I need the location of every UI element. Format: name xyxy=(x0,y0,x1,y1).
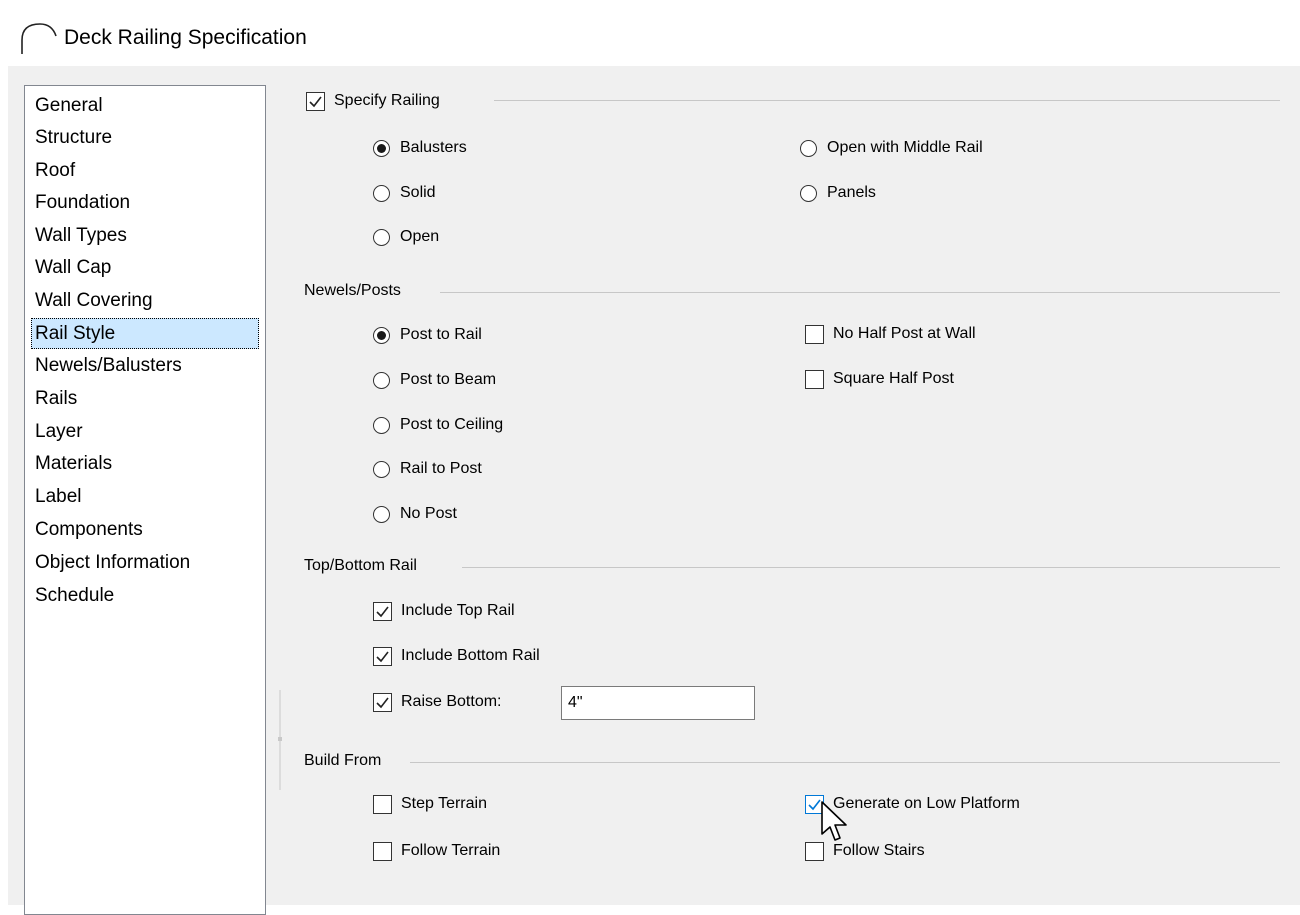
checkbox-label: Include Top Rail xyxy=(401,602,515,619)
radio-indicator xyxy=(373,460,390,478)
radio-label: Balusters xyxy=(400,139,467,156)
include-top-rail-checkbox[interactable]: Include Top Rail xyxy=(373,598,515,624)
checkbox-box xyxy=(373,692,392,712)
nav-item-foundation[interactable]: Foundation xyxy=(31,187,134,218)
checkbox-box xyxy=(306,91,325,111)
checkbox-label: No Half Post at Wall xyxy=(833,325,976,342)
nav-item-object-information[interactable]: Object Information xyxy=(31,547,194,578)
radio-no-post[interactable]: No Post xyxy=(373,501,457,527)
raise-bottom-checkbox[interactable]: Raise Bottom: xyxy=(373,689,501,715)
nav-item-schedule[interactable]: Schedule xyxy=(31,580,118,611)
no-half-post-at-wall-checkbox[interactable]: No Half Post at Wall xyxy=(805,321,976,347)
radio-indicator xyxy=(373,416,390,434)
specify-railing-checkbox[interactable]: Specify Railing xyxy=(306,88,440,114)
nav-item-general[interactable]: General xyxy=(31,90,107,121)
radio-indicator xyxy=(373,184,390,202)
checkbox-label: Step Terrain xyxy=(401,795,487,812)
checkbox-label: Follow Terrain xyxy=(401,842,501,859)
checkbox-box xyxy=(373,794,392,814)
radio-post-to-rail[interactable]: Post to Rail xyxy=(373,322,482,348)
nav-item-wall-covering[interactable]: Wall Covering xyxy=(31,285,157,316)
group-title-build-from: Build From xyxy=(304,752,390,770)
checkbox-box xyxy=(805,324,824,344)
checkbox-label: Generate on Low Platform xyxy=(833,795,1020,812)
radio-label: Panels xyxy=(827,184,876,201)
checkbox-box xyxy=(805,369,824,389)
radio-indicator xyxy=(800,184,817,202)
include-bottom-rail-checkbox[interactable]: Include Bottom Rail xyxy=(373,643,540,669)
nav-item-components[interactable]: Components xyxy=(31,514,147,545)
group-title-top-bottom-rail: Top/Bottom Rail xyxy=(304,557,425,575)
radio-label: Open with Middle Rail xyxy=(827,139,983,156)
nav-item-roof[interactable]: Roof xyxy=(31,155,79,186)
radio-indicator xyxy=(800,139,817,157)
step-terrain-checkbox[interactable]: Step Terrain xyxy=(373,791,487,817)
nav-item-rails[interactable]: Rails xyxy=(31,383,81,414)
group-divider xyxy=(440,292,1280,293)
radio-label: Post to Beam xyxy=(400,371,497,388)
radio-label: Open xyxy=(400,228,440,245)
radio-indicator xyxy=(373,326,390,344)
checkbox-label: Include Bottom Rail xyxy=(401,647,540,664)
follow-terrain-checkbox[interactable]: Follow Terrain xyxy=(373,838,500,864)
checkmark-icon xyxy=(309,96,322,107)
radio-post-to-beam[interactable]: Post to Beam xyxy=(373,367,496,393)
radio-indicator xyxy=(373,228,390,246)
checkbox-label: Square Half Post xyxy=(833,370,954,387)
checkbox-box xyxy=(373,646,392,666)
checkbox-box xyxy=(373,841,392,861)
splitter-handle[interactable] xyxy=(278,690,282,790)
group-title-newels-posts: Newels/Posts xyxy=(304,282,409,300)
checkmark-icon xyxy=(376,606,389,617)
nav-item-label[interactable]: Label xyxy=(31,481,86,512)
radio-solid[interactable]: Solid xyxy=(373,180,436,206)
radio-post-to-ceiling[interactable]: Post to Ceiling xyxy=(373,412,503,438)
group-divider xyxy=(410,762,1280,763)
checkmark-icon xyxy=(376,697,389,708)
railing-arc-icon xyxy=(21,23,57,54)
radio-indicator xyxy=(373,139,390,157)
radio-label: Post to Rail xyxy=(400,326,482,343)
nav-item-materials[interactable]: Materials xyxy=(31,448,116,479)
radio-label: No Post xyxy=(400,505,457,522)
checkbox-label: Raise Bottom: xyxy=(401,693,502,710)
nav-item-newels-balusters[interactable]: Newels/Balusters xyxy=(31,350,186,381)
nav-item-wall-types[interactable]: Wall Types xyxy=(31,220,131,251)
radio-open[interactable]: Open xyxy=(373,224,439,250)
checkmark-icon xyxy=(376,651,389,662)
radio-balusters[interactable]: Balusters xyxy=(373,135,467,161)
raise-bottom-input[interactable] xyxy=(561,686,755,720)
nav-item-wall-cap[interactable]: Wall Cap xyxy=(31,252,115,283)
group-divider xyxy=(462,567,1280,568)
nav-item-layer[interactable]: Layer xyxy=(31,416,87,447)
window-title: Deck Railing Specification xyxy=(64,26,307,49)
radio-rail-to-post[interactable]: Rail to Post xyxy=(373,456,482,482)
mouse-cursor-icon xyxy=(821,801,847,841)
radio-label: Post to Ceiling xyxy=(400,416,504,433)
nav-item-rail-style[interactable]: Rail Style xyxy=(31,318,259,349)
radio-indicator xyxy=(373,505,390,523)
nav-item-structure[interactable]: Structure xyxy=(31,122,116,153)
radio-label: Rail to Post xyxy=(400,460,482,477)
radio-indicator xyxy=(373,371,390,389)
category-list[interactable]: General Structure Roof Foundation Wall T… xyxy=(24,85,266,915)
checkbox-box xyxy=(373,601,392,621)
group-divider xyxy=(494,100,1280,101)
checkbox-label: Specify Railing xyxy=(334,92,440,109)
radio-label: Solid xyxy=(400,184,436,201)
radio-panels[interactable]: Panels xyxy=(800,180,876,206)
square-half-post-checkbox[interactable]: Square Half Post xyxy=(805,366,954,392)
radio-open-with-middle-rail[interactable]: Open with Middle Rail xyxy=(800,135,983,161)
